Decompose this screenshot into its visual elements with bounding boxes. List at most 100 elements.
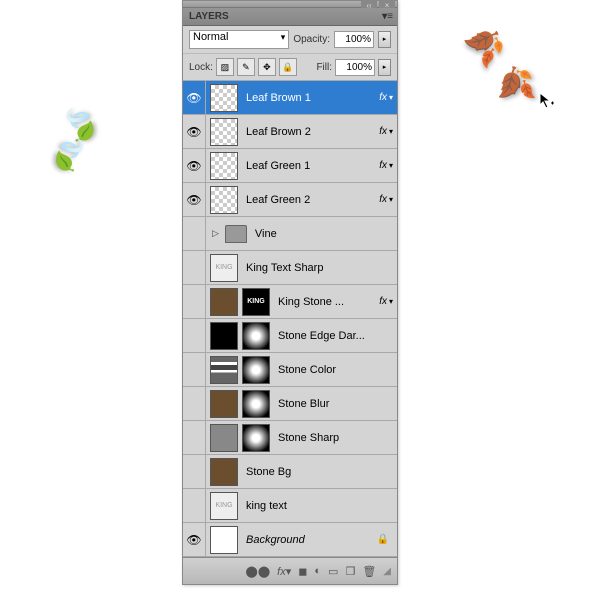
adjustment-icon[interactable]: ◐ — [314, 565, 321, 577]
lock-pixels-icon[interactable]: ✎ — [237, 58, 255, 76]
fx-expand-icon[interactable]: ▾ — [389, 93, 397, 102]
layer-name[interactable]: Leaf Green 1 — [242, 160, 379, 172]
layer-thumbnail[interactable] — [210, 152, 238, 180]
layer-name[interactable]: Stone Sharp — [274, 432, 397, 444]
fill-slider-button[interactable]: ▸ — [378, 59, 391, 76]
layer-row[interactable]: Stone Edge Dar... — [183, 319, 397, 353]
mask-icon[interactable]: ◼ — [298, 565, 307, 578]
fx-expand-icon[interactable]: ▾ — [389, 195, 397, 204]
layer-thumbnail[interactable] — [210, 118, 238, 146]
layer-name[interactable]: Leaf Brown 1 — [242, 92, 379, 104]
layer-name[interactable]: King Text Sharp — [242, 262, 397, 274]
visibility-toggle[interactable] — [183, 353, 206, 386]
eye-icon: 👁 — [186, 533, 201, 547]
fx-indicator[interactable]: fx — [379, 194, 389, 205]
layer-row[interactable]: Stone Bg — [183, 455, 397, 489]
layer-row[interactable]: KING King Stone ...fx▾ — [183, 285, 397, 319]
panel-menu-icon[interactable]: ▾≡ — [382, 11, 393, 22]
fx-indicator[interactable]: fx — [379, 92, 389, 103]
lock-label: Lock: — [189, 62, 213, 73]
visibility-toggle[interactable] — [183, 285, 206, 318]
link-icon[interactable]: ⬤⬤ — [246, 565, 271, 578]
visibility-toggle[interactable] — [183, 455, 206, 488]
layer-thumbnail[interactable] — [210, 458, 238, 486]
layer-row[interactable]: Stone Sharp — [183, 421, 397, 455]
layer-row[interactable]: 👁 Leaf Green 2fx▾ — [183, 183, 397, 217]
layer-thumbnail[interactable] — [210, 288, 238, 316]
visibility-toggle[interactable]: 👁 — [183, 81, 206, 114]
fx-indicator[interactable]: fx — [379, 160, 389, 171]
fx-expand-icon[interactable]: ▾ — [389, 127, 397, 136]
layer-thumbnail[interactable] — [210, 390, 238, 418]
lock-position-icon[interactable]: ✥ — [258, 58, 276, 76]
layer-thumbnail[interactable] — [242, 356, 270, 384]
fx-expand-icon[interactable]: ▾ — [389, 161, 397, 170]
visibility-toggle[interactable]: 👁 — [183, 523, 206, 556]
lock-all-icon[interactable]: 🔒 — [279, 58, 297, 76]
layer-row[interactable]: 👁 Leaf Brown 2fx▾ — [183, 115, 397, 149]
layer-name[interactable]: Vine — [251, 228, 397, 240]
layer-thumbnail[interactable] — [242, 424, 270, 452]
layer-thumbnail[interactable] — [210, 526, 238, 554]
layer-name[interactable]: king text — [242, 500, 397, 512]
visibility-toggle[interactable]: 👁 — [183, 183, 206, 216]
trash-icon[interactable]: 🗑 — [362, 565, 376, 578]
fx-indicator[interactable]: fx — [379, 126, 389, 137]
blend-mode-select[interactable]: Normal — [189, 30, 289, 49]
panel-footer: ⬤⬤ fx▾ ◼ ◐ ▭ ❐ 🗑 ◢ — [183, 557, 397, 584]
layer-row[interactable]: 👁 Leaf Green 1fx▾ — [183, 149, 397, 183]
fx-icon[interactable]: fx▾ — [277, 565, 291, 578]
visibility-toggle[interactable]: 👁 — [183, 149, 206, 182]
resize-handle-icon[interactable]: ◢ — [383, 566, 391, 577]
layer-thumbnail[interactable]: KING — [210, 492, 238, 520]
layer-row[interactable]: 👁 Leaf Brown 1fx▾ — [183, 81, 397, 115]
layer-thumbnail[interactable] — [210, 186, 238, 214]
layer-thumbnail[interactable]: KING — [210, 254, 238, 282]
group-icon[interactable]: ▭ — [328, 565, 338, 578]
layer-row[interactable]: Stone Blur — [183, 387, 397, 421]
lock-transparency-icon[interactable]: ▨ — [216, 58, 234, 76]
layer-thumbnail[interactable] — [210, 356, 238, 384]
layer-name[interactable]: Leaf Brown 2 — [242, 126, 379, 138]
expand-icon[interactable]: ▷ — [210, 228, 221, 239]
eye-icon: 👁 — [186, 91, 201, 105]
layer-row[interactable]: KING King Text Sharp — [183, 251, 397, 285]
visibility-toggle[interactable] — [183, 387, 206, 420]
layer-name[interactable]: Stone Edge Dar... — [274, 330, 397, 342]
folder-icon — [225, 225, 247, 243]
fx-expand-icon[interactable]: ▾ — [389, 297, 397, 306]
layer-name[interactable]: Leaf Green 2 — [242, 194, 379, 206]
visibility-toggle[interactable] — [183, 421, 206, 454]
new-layer-icon[interactable]: ❐ — [345, 565, 355, 578]
fill-input[interactable]: 100% — [335, 59, 375, 76]
layer-thumbnail[interactable] — [242, 322, 270, 350]
opacity-slider-button[interactable]: ▸ — [378, 31, 391, 48]
layer-row[interactable]: ▷ Vine — [183, 217, 397, 251]
layer-thumbnail[interactable] — [210, 322, 238, 350]
layer-name[interactable]: Stone Blur — [274, 398, 397, 410]
layer-row[interactable]: Stone Color — [183, 353, 397, 387]
fx-indicator[interactable]: fx — [379, 296, 389, 307]
layer-name[interactable]: King Stone ... — [274, 296, 379, 308]
layer-row[interactable]: KING king text — [183, 489, 397, 523]
opacity-label: Opacity: — [293, 34, 330, 45]
visibility-toggle[interactable]: 👁 — [183, 115, 206, 148]
eye-icon: 👁 — [186, 193, 201, 207]
layer-thumbnail[interactable] — [242, 390, 270, 418]
layer-thumbnail[interactable] — [210, 84, 238, 112]
layer-name[interactable]: Stone Color — [274, 364, 397, 376]
fill-label: Fill: — [316, 62, 332, 73]
visibility-toggle[interactable] — [183, 251, 206, 284]
panel-title: LAYERS ▾≡ — [183, 8, 397, 26]
visibility-toggle[interactable] — [183, 217, 206, 250]
layer-row[interactable]: 👁Background🔒 — [183, 523, 397, 557]
visibility-toggle[interactable] — [183, 489, 206, 522]
layer-name[interactable]: Background — [242, 534, 377, 546]
visibility-toggle[interactable] — [183, 319, 206, 352]
layer-thumbnail[interactable] — [210, 424, 238, 452]
opacity-input[interactable]: 100% — [334, 31, 374, 48]
cursor-icon — [539, 92, 555, 110]
eye-icon: 👁 — [186, 159, 201, 173]
layer-thumbnail[interactable]: KING — [242, 288, 270, 316]
layer-name[interactable]: Stone Bg — [242, 466, 397, 478]
